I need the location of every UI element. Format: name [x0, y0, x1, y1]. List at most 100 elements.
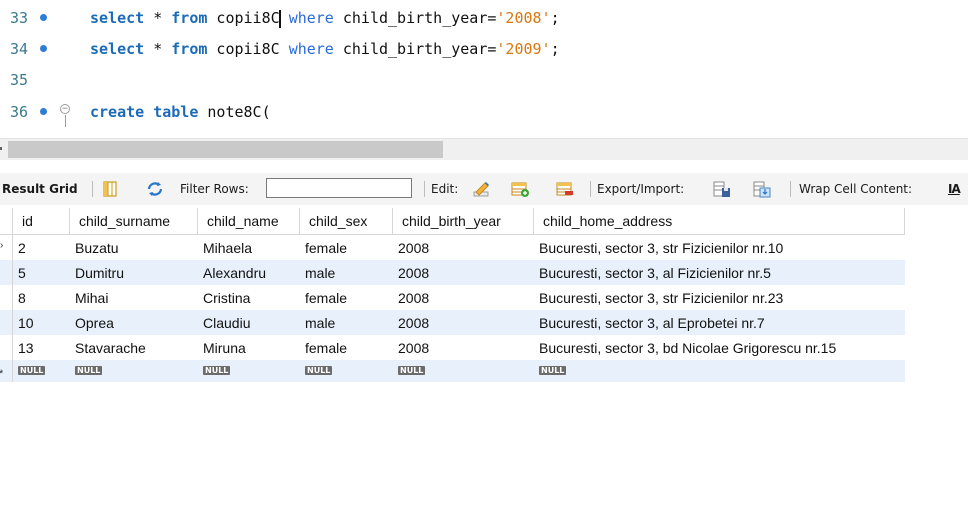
cell-child-birth-year[interactable]: 2008: [392, 310, 534, 335]
delete-row-icon[interactable]: [556, 180, 574, 198]
column-header-id[interactable]: id: [12, 208, 70, 235]
result-grid[interactable]: id child_surname child_name child_sex ch…: [0, 208, 918, 382]
null-badge: NULL: [203, 366, 231, 375]
import-icon[interactable]: [753, 180, 771, 198]
cell-child-home-address[interactable]: Bucuresti, sector 3, str Fizicienilor nr…: [534, 235, 905, 261]
table-row[interactable]: 5 Dumitru Alexandru male 2008 Bucuresti,…: [0, 260, 905, 285]
cell-child-surname[interactable]: Stavarache: [70, 335, 198, 360]
column-header-child-birth-year[interactable]: child_birth_year: [392, 208, 534, 235]
cell-child-birth-year[interactable]: 2008: [393, 335, 534, 360]
cell-child-home-address[interactable]: NULL: [533, 360, 905, 382]
filter-rows-input[interactable]: [266, 178, 412, 198]
sql-keyword: where: [288, 40, 334, 58]
grid-header-row: id child_surname child_name child_sex ch…: [0, 208, 905, 235]
toolbar-divider: [424, 181, 425, 197]
cell-child-sex[interactable]: female: [300, 285, 393, 310]
null-badge: NULL: [398, 366, 426, 375]
row-selector[interactable]: [0, 335, 13, 360]
toolbar-divider: [590, 181, 591, 197]
cell-child-home-address[interactable]: Bucuresti, sector 3, str Fizicienilor nr…: [534, 285, 905, 310]
cell-child-name[interactable]: Cristina: [198, 285, 300, 310]
edit-label: Edit:: [431, 182, 459, 196]
cell-id[interactable]: 2: [13, 235, 70, 261]
line-number: 34: [10, 40, 29, 58]
add-row-icon[interactable]: [511, 180, 529, 198]
statement-marker-icon[interactable]: [40, 108, 47, 115]
cell-child-home-address[interactable]: Bucuresti, sector 3, bd Nicolae Grigores…: [534, 335, 905, 360]
statement-marker-icon[interactable]: [40, 45, 47, 52]
scroll-left-arrow-icon[interactable]: [0, 147, 2, 150]
cell-child-sex[interactable]: male: [299, 310, 393, 335]
cell-child-home-address[interactable]: Bucuresti, sector 3, al Fizicienilor nr.…: [533, 260, 905, 285]
cell-child-surname[interactable]: Oprea: [69, 310, 198, 335]
code-text[interactable]: select * from copii8C where child_birth_…: [90, 34, 560, 64]
row-selector-header[interactable]: [0, 208, 13, 235]
code-line[interactable]: 35: [0, 65, 968, 95]
cell-child-name[interactable]: Mihaela: [198, 235, 300, 261]
cell-id[interactable]: 10: [12, 310, 70, 335]
code-line[interactable]: 33 select * from copii8C where child_bir…: [0, 3, 968, 33]
table-row[interactable]: › 2 Buzatu Mihaela female 2008 Bucuresti…: [0, 234, 905, 261]
row-selector[interactable]: [0, 310, 13, 335]
row-selector[interactable]: *: [0, 360, 13, 382]
table-row[interactable]: 13 Stavarache Miruna female 2008 Bucures…: [0, 335, 905, 360]
row-selector[interactable]: [0, 285, 13, 310]
wrap-cell-content-label: Wrap Cell Content:: [799, 182, 913, 196]
cell-child-name[interactable]: Alexandru: [197, 260, 300, 285]
line-number: 35: [10, 71, 29, 89]
toolbar-divider: [790, 181, 791, 197]
code-text[interactable]: create table note8C(: [90, 97, 271, 127]
cell-id[interactable]: NULL: [12, 360, 70, 382]
scrollbar-thumb[interactable]: [8, 141, 443, 158]
row-selector[interactable]: [0, 260, 13, 285]
sql-keyword: from: [171, 40, 208, 58]
sql-editor[interactable]: 33 select * from copii8C where child_bir…: [0, 0, 968, 137]
code-text[interactable]: select * from copii8C where child_birth_…: [90, 3, 560, 33]
grid-view-icon[interactable]: [101, 180, 119, 198]
cell-id[interactable]: 5: [12, 260, 70, 285]
cell-child-name[interactable]: NULL: [197, 360, 300, 382]
cell-id[interactable]: 13: [13, 335, 70, 360]
code-token: ;: [550, 40, 560, 58]
statement-marker-icon[interactable]: [40, 14, 47, 21]
cell-id[interactable]: 8: [13, 285, 70, 310]
cell-child-surname[interactable]: NULL: [69, 360, 198, 382]
current-row-arrow-icon: ›: [0, 240, 4, 251]
fold-collapse-icon[interactable]: −: [60, 104, 70, 114]
cell-child-surname[interactable]: Dumitru: [69, 260, 198, 285]
wrap-cell-toggle-icon[interactable]: IA: [948, 173, 961, 205]
code-line[interactable]: 36 − create table note8C(: [0, 97, 968, 127]
cell-child-birth-year[interactable]: NULL: [392, 360, 534, 382]
cell-child-sex[interactable]: NULL: [299, 360, 393, 382]
export-icon[interactable]: [713, 180, 731, 198]
result-toolbar: Result Grid Filter Rows: Edit: Export/Im…: [0, 173, 968, 205]
table-row[interactable]: 10 Oprea Claudiu male 2008 Bucuresti, se…: [0, 310, 905, 335]
cell-child-surname[interactable]: Mihai: [70, 285, 198, 310]
table-row[interactable]: 8 Mihai Cristina female 2008 Bucuresti, …: [0, 285, 905, 310]
code-token: child_birth_year=: [333, 40, 497, 58]
code-line[interactable]: 34 select * from copii8C where child_bir…: [0, 34, 968, 64]
cell-child-birth-year[interactable]: 2008: [392, 260, 534, 285]
new-row[interactable]: * NULL NULL NULL NULL NULL NULL: [0, 360, 905, 382]
cell-child-home-address[interactable]: Bucuresti, sector 3, al Eprobetei nr.7: [533, 310, 905, 335]
edit-pencil-icon[interactable]: [472, 180, 490, 198]
column-header-child-home-address[interactable]: child_home_address: [533, 208, 905, 235]
sql-keyword: select: [90, 9, 145, 27]
cell-child-birth-year[interactable]: 2008: [393, 235, 534, 261]
column-header-child-name[interactable]: child_name: [197, 208, 300, 235]
sql-keyword: create: [90, 103, 145, 121]
column-header-child-sex[interactable]: child_sex: [299, 208, 393, 235]
horizontal-scrollbar[interactable]: [0, 138, 968, 160]
cell-child-name[interactable]: Claudiu: [197, 310, 300, 335]
cell-child-birth-year[interactable]: 2008: [393, 285, 534, 310]
cell-child-sex[interactable]: female: [300, 335, 393, 360]
refresh-icon[interactable]: [146, 180, 164, 198]
cell-child-surname[interactable]: Buzatu: [70, 235, 198, 261]
cell-child-sex[interactable]: female: [300, 235, 393, 261]
cell-child-sex[interactable]: male: [299, 260, 393, 285]
result-grid-tab[interactable]: Result Grid: [2, 173, 78, 205]
column-header-child-surname[interactable]: child_surname: [69, 208, 198, 235]
row-selector[interactable]: ›: [0, 234, 13, 260]
cell-child-name[interactable]: Miruna: [198, 335, 300, 360]
